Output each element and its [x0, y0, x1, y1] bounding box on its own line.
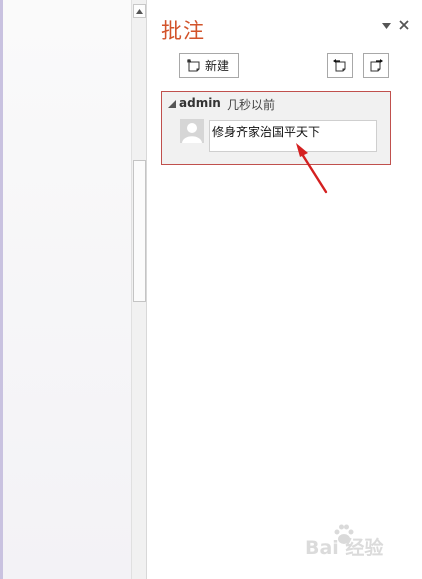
document-page-edge — [0, 0, 3, 579]
next-comment-button[interactable] — [363, 53, 389, 78]
pane-title: 批注 — [161, 19, 205, 43]
pane-close-button[interactable] — [397, 17, 411, 33]
comment-card[interactable]: admin 几秒以前 修身齐家治国平天下 — [161, 91, 391, 165]
vertical-scrollbar[interactable] — [131, 0, 147, 579]
comments-pane: 批注 新建 admin 几秒以前 修身齐家治国平天下 — [148, 0, 422, 579]
triangle-down-icon — [381, 23, 391, 29]
previous-comment-button[interactable] — [327, 53, 353, 78]
new-comment-icon — [187, 59, 200, 72]
watermark-text: Bai 经验 — [305, 537, 384, 559]
next-comment-icon — [370, 58, 383, 71]
collapse-triangle-icon[interactable] — [168, 100, 176, 108]
document-area[interactable] — [0, 0, 131, 579]
new-comment-button[interactable]: 新建 — [179, 53, 239, 78]
annotation-arrow-icon — [296, 143, 328, 194]
scroll-up-arrow-icon — [136, 8, 143, 14]
pane-options-button[interactable] — [380, 21, 392, 31]
new-comment-label: 新建 — [205, 59, 230, 73]
previous-comment-icon — [333, 58, 346, 71]
user-avatar-icon — [180, 119, 204, 143]
baidu-watermark: Bai 经验 — [305, 524, 405, 565]
comment-text: 修身齐家治国平天下 — [212, 125, 321, 139]
comment-timestamp: 几秒以前 — [227, 98, 276, 112]
close-icon — [399, 20, 409, 30]
comment-author: admin — [179, 96, 221, 110]
scroll-up-button[interactable] — [133, 4, 146, 18]
scroll-thumb[interactable] — [133, 160, 146, 302]
